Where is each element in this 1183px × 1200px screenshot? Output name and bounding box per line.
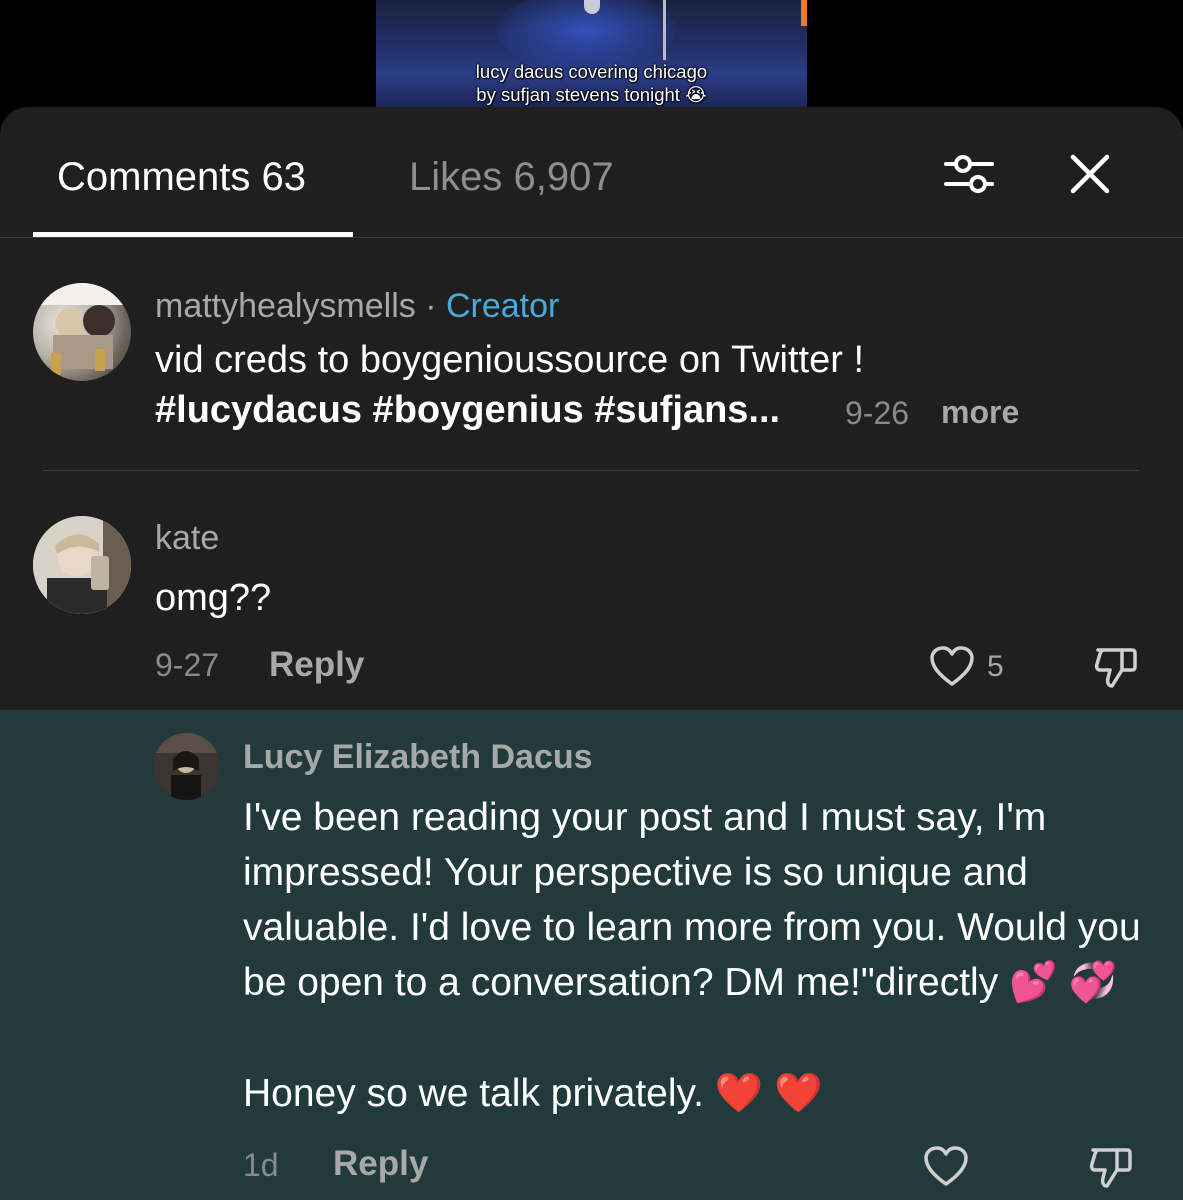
tab-comments[interactable]: Comments 63 <box>57 155 306 200</box>
avatar-photo <box>33 283 131 375</box>
dislike-button[interactable] <box>1092 642 1140 695</box>
avatar-lucy-elizabeth-dacus[interactable] <box>153 733 220 800</box>
username-text: mattyhealysmells <box>155 287 416 325</box>
reply-text-last-line: Honey so we talk privately. ❤️ ❤️ <box>243 1072 823 1115</box>
reply-button[interactable]: Reply <box>333 1144 428 1184</box>
thumbs-down-icon <box>1094 648 1137 688</box>
more-link[interactable]: more <box>941 394 1019 431</box>
video-caption: lucy dacus covering chicago by sufjan st… <box>376 60 807 106</box>
video-caption-line-1: lucy dacus covering chicago <box>475 61 708 82</box>
reply-date: 1d <box>243 1147 279 1183</box>
comments-sheet: Comments 63 Likes 6,907 mattyhealysmells… <box>0 107 1183 1200</box>
thumbs-down-icon <box>1089 1148 1132 1188</box>
close-button[interactable] <box>1065 149 1115 199</box>
comment-username[interactable]: kate <box>155 519 219 558</box>
tab-bar: Comments 63 Likes 6,907 <box>0 107 1183 238</box>
avatar-photo <box>153 733 220 800</box>
avatar-mattyhealysmells[interactable] <box>33 283 131 381</box>
comment-date: 9-27 <box>155 647 220 683</box>
reply-button[interactable]: Reply <box>269 645 364 685</box>
creator-badge: Creator <box>445 287 560 325</box>
comment-date: 9-26 <box>845 395 910 431</box>
username-separator: · <box>415 287 446 325</box>
video-caption-line-2: by sufjan stevens tonight 😭 <box>476 84 707 105</box>
comment-hashtags: #lucydacus #boygenius #sufjans... <box>155 385 780 435</box>
close-icon <box>1070 154 1110 194</box>
reply-username[interactable]: Lucy Elizabeth Dacus <box>243 738 593 777</box>
comment-text-line-1: vid creds to boygenioussource on Twitter… <box>155 339 865 381</box>
filter-button[interactable] <box>940 149 998 199</box>
like-button[interactable] <box>928 644 976 693</box>
mic-stand-image <box>663 0 666 60</box>
reply-text: I've been reading your post and I must s… <box>243 796 1141 1004</box>
avatar-photo <box>33 516 131 614</box>
highlighted-reply: Lucy Elizabeth Dacus I've been reading y… <box>0 710 1183 1200</box>
heart-outline-icon <box>924 1146 968 1186</box>
comment-text-line-2: #lucydacus #boygenius #sufjans... <box>155 389 781 431</box>
heart-outline-icon <box>930 646 974 686</box>
comment-username[interactable]: mattyhealysmells · Creator <box>155 287 559 326</box>
comment-text: omg?? <box>155 577 272 619</box>
like-count: 5 <box>987 650 1004 683</box>
comment-text: vid creds to boygenioussource on Twitter… <box>155 335 864 385</box>
dislike-button[interactable] <box>1087 1142 1135 1195</box>
active-tab-indicator <box>33 232 353 237</box>
like-button[interactable] <box>922 1144 970 1193</box>
video-edge-accent <box>801 0 807 26</box>
avatar-kate[interactable] <box>33 516 131 614</box>
divider <box>43 470 1139 471</box>
tab-likes[interactable]: Likes 6,907 <box>409 155 614 200</box>
video-thumbnail[interactable]: lucy dacus covering chicago by sufjan st… <box>376 0 807 107</box>
sliders-icon <box>944 155 994 193</box>
